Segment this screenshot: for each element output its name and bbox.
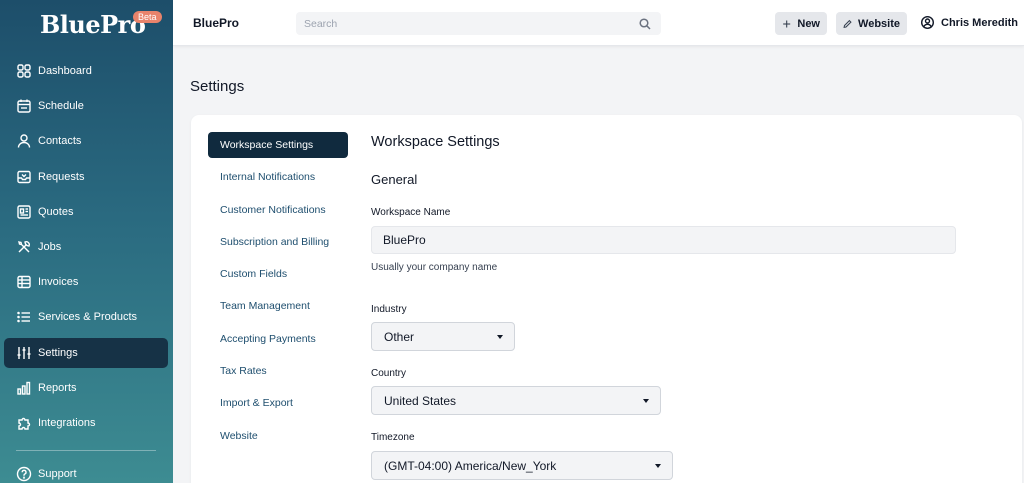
search-box [296,12,661,35]
sidebar-item-schedule[interactable]: Schedule [4,91,168,121]
website-button-label: Website [858,17,900,30]
sidebar-item-label: Reports [38,381,77,394]
puzzle-icon [16,415,32,431]
tab-import-export[interactable]: Import & Export [208,390,348,416]
sidebar-item-jobs[interactable]: Jobs [4,232,168,262]
help-icon [16,466,32,482]
app-name: BluePro [193,16,240,30]
sidebar-item-settings[interactable]: Settings [4,337,168,368]
country-select[interactable]: United States [371,386,661,415]
list-icon [16,309,32,325]
page-title: Settings [190,78,245,95]
search-icon[interactable] [639,17,651,30]
sidebar-item-label: Settings [38,346,78,359]
sidebar-item-label: Contacts [38,135,82,148]
timezone-select[interactable]: (GMT-04:00) America/New_York [371,451,673,480]
person-icon [16,133,32,149]
plus-icon [783,19,791,28]
sidebar-item-contacts[interactable]: Contacts [4,126,168,156]
tab-workspace-settings[interactable]: Workspace Settings [208,132,348,158]
settings-subnav: Workspace Settings Internal Notification… [208,132,348,455]
caret-down-icon [643,399,649,403]
workspace-name-field[interactable] [371,226,956,254]
timezone-label: Timezone [371,432,415,443]
tab-team-management[interactable]: Team Management [208,293,348,319]
tab-customer-notifications[interactable]: Customer Notifications [208,197,348,223]
beta-badge: Beta [133,11,162,23]
section-heading: Workspace Settings [371,134,500,150]
sidebar-item-label: Dashboard [38,65,92,77]
workspace-name-label: Workspace Name [371,207,451,218]
industry-select[interactable]: Other [371,322,515,351]
sliders-icon [16,345,32,361]
timezone-value: (GMT-04:00) America/New_York [384,458,557,473]
brand-logo[interactable]: BluePro [40,10,146,39]
sidebar-item-label: Services & Products [38,311,138,324]
dashboard-icon [16,63,32,79]
sidebar-item-support[interactable]: Support [16,466,77,482]
pencil-icon [843,19,852,28]
new-button[interactable]: New [775,12,827,35]
sidebar-item-integrations[interactable]: Integrations [4,408,168,438]
sidebar-item-invoices[interactable]: Invoices [4,267,168,297]
chart-icon [16,380,32,396]
country-value: United States [384,393,457,408]
tools-icon [16,239,32,255]
inbox-icon [16,169,32,185]
sidebar-item-services-products[interactable]: Services & Products [4,302,168,332]
calendar-icon [16,98,32,114]
country-label: Country [371,368,407,379]
sidebar-item-quotes[interactable]: Quotes [4,197,168,227]
sidebar-item-reports[interactable]: Reports [4,373,168,403]
sidebar-item-label: Invoices [38,276,79,289]
search-input[interactable] [296,12,626,35]
sidebar-item-dashboard[interactable]: Dashboard [4,56,168,86]
sidebar-item-label: Integrations [38,416,96,429]
new-button-label: New [797,17,820,30]
tab-internal-notifications[interactable]: Internal Notifications [208,164,348,190]
sidebar-item-requests[interactable]: Requests [4,162,168,192]
tab-custom-fields[interactable]: Custom Fields [208,261,348,287]
industry-label: Industry [371,304,407,315]
workspace-name-hint: Usually your company name [371,262,498,273]
user-icon [921,16,934,29]
tab-accepting-payments[interactable]: Accepting Payments [208,326,348,352]
industry-value: Other [384,329,415,344]
sidebar-item-label: Schedule [38,100,84,113]
sidebar: BluePro Beta Dashboard Schedule Contacts… [0,0,173,483]
invoice-icon [16,274,32,290]
website-button[interactable]: Website [836,12,907,35]
caret-down-icon [497,335,503,339]
sidebar-item-label: Requests [38,170,85,183]
sidebar-divider [16,450,156,451]
quote-icon [16,204,32,220]
support-label: Support [38,468,77,480]
sidebar-nav: Dashboard Schedule Contacts Requests Quo… [4,56,168,443]
subsection-heading: General [371,172,418,187]
tab-website[interactable]: Website [208,423,348,449]
tab-subscription-billing[interactable]: Subscription and Billing [208,229,348,255]
caret-down-icon [655,464,661,468]
sidebar-item-label: Jobs [38,240,62,253]
top-bar: BluePro New Website Chris Meredith [173,0,1024,46]
sidebar-item-label: Quotes [38,205,74,218]
tab-tax-rates[interactable]: Tax Rates [208,358,348,384]
user-name: Chris Meredith [941,16,1019,29]
user-menu[interactable]: Chris Meredith [921,16,1018,29]
